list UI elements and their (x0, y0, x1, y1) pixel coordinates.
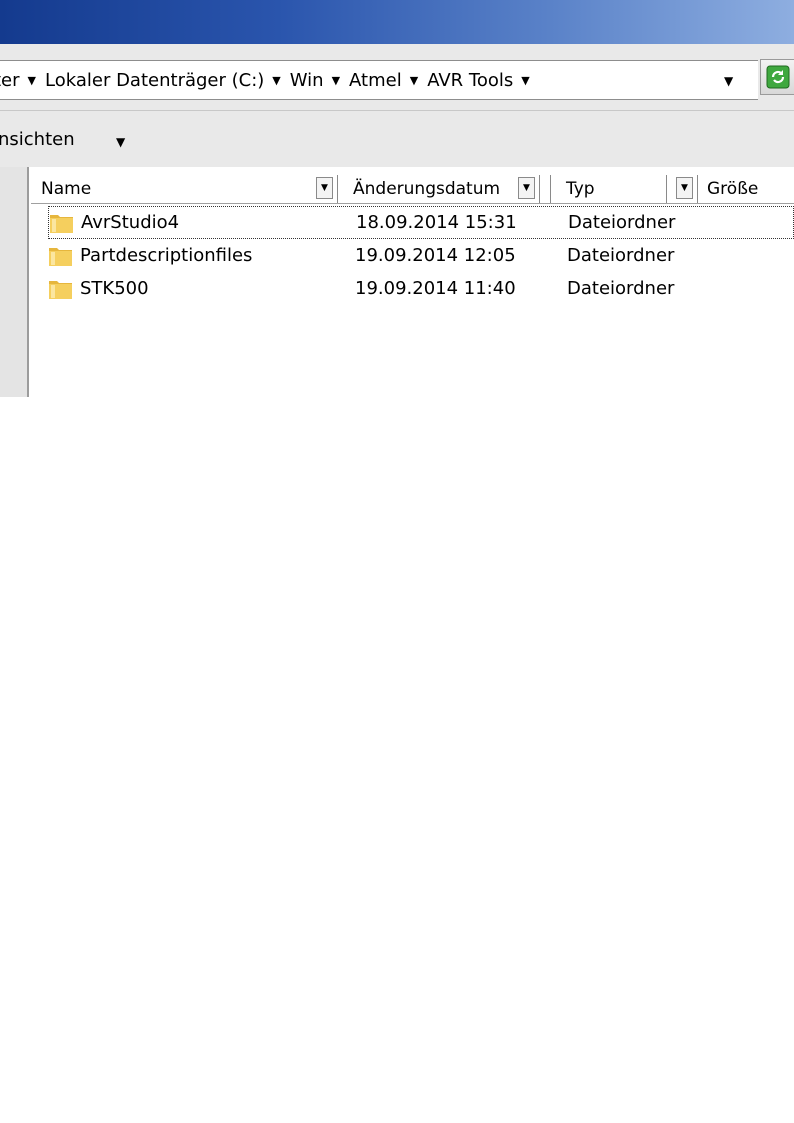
column-divider[interactable] (550, 175, 551, 203)
file-name[interactable]: AvrStudio4 (81, 212, 179, 233)
breadcrumb-item[interactable]: Lokaler Datenträger (C:) ▼ (45, 70, 290, 91)
folder-icon (49, 281, 72, 299)
file-date: 19.09.2014 11:40 (355, 278, 516, 299)
folder-icon (49, 248, 72, 266)
views-button[interactable]: nsichten (0, 129, 75, 150)
breadcrumb-item[interactable]: Win ▼ (290, 70, 349, 91)
navigation-pane[interactable] (0, 167, 29, 397)
column-header-type[interactable]: Typ (566, 175, 595, 203)
file-name[interactable]: Partdescriptionfiles (80, 245, 252, 266)
breadcrumb-label: Lokaler Datenträger (C:) (45, 69, 265, 91)
address-bar[interactable]: ter ▼ Lokaler Datenträger (C:) ▼ Win ▼ Atme… (0, 60, 758, 100)
column-divider[interactable] (539, 175, 540, 203)
chevron-down-icon[interactable]: ▼ (410, 74, 418, 87)
column-divider[interactable] (697, 175, 698, 203)
breadcrumb-label: AVR Tools (427, 69, 514, 91)
refresh-icon (766, 65, 790, 89)
chevron-down-icon[interactable]: ▼ (332, 74, 340, 87)
window-title-bar[interactable] (0, 0, 794, 44)
address-bar-area: ter ▼ Lokaler Datenträger (C:) ▼ Win ▼ Atme… (0, 44, 794, 111)
file-list[interactable]: Name ▼ Änderungsdatum ▼ Typ ▼ Größe AvrS… (31, 167, 794, 397)
column-header-name[interactable]: Name (41, 175, 91, 203)
file-date: 19.09.2014 12:05 (355, 245, 516, 266)
file-type: Dateiordner (568, 212, 676, 233)
file-date: 18.09.2014 15:31 (356, 212, 517, 233)
folder-icon (50, 215, 73, 233)
chevron-down-icon[interactable]: ▼ (316, 177, 333, 199)
chevron-down-icon[interactable]: ▼ (518, 177, 535, 199)
file-name[interactable]: STK500 (80, 278, 149, 299)
chevron-down-icon[interactable]: ▼ (272, 74, 280, 87)
chevron-down-icon[interactable]: ▼ (521, 74, 529, 87)
column-header-row: Name ▼ Änderungsdatum ▼ Typ ▼ Größe (31, 175, 794, 204)
breadcrumb-label: Atmel (349, 69, 402, 91)
column-divider[interactable] (666, 175, 667, 203)
column-divider[interactable] (337, 175, 338, 203)
refresh-button[interactable] (760, 59, 794, 95)
chevron-down-icon[interactable]: ▼ (28, 74, 36, 87)
chevron-down-icon[interactable]: ▼ (116, 135, 125, 149)
chevron-down-icon[interactable]: ▼ (676, 177, 693, 199)
command-toolbar: nsichten ▼ (0, 111, 794, 167)
breadcrumb-item[interactable]: AVR Tools ▼ (427, 70, 539, 91)
column-header-size[interactable]: Größe (707, 175, 758, 203)
list-item[interactable]: Partdescriptionfiles 19.09.2014 12:05 Da… (48, 240, 794, 273)
file-type: Dateiordner (567, 245, 675, 266)
breadcrumb-label: Win (289, 69, 324, 91)
breadcrumb-item[interactable]: ter ▼ (0, 70, 45, 91)
file-type: Dateiordner (567, 278, 675, 299)
list-item[interactable]: AvrStudio4 18.09.2014 15:31 Dateiordner (48, 206, 794, 239)
address-history-dropdown-icon[interactable]: ▼ (724, 74, 733, 88)
breadcrumb-item[interactable]: Atmel ▼ (349, 70, 427, 91)
list-item[interactable]: STK500 19.09.2014 11:40 Dateiordner (48, 273, 794, 306)
breadcrumb-label: ter (0, 69, 20, 91)
column-header-date[interactable]: Änderungsdatum (353, 175, 500, 203)
